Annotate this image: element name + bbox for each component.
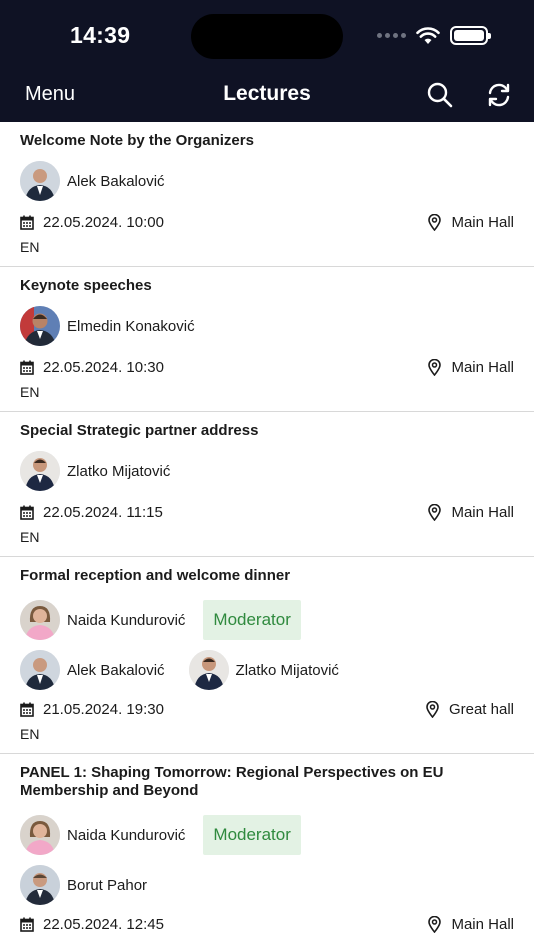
meta-row: 22.05.2024. 12:45 Main Hall [20, 913, 514, 935]
speaker[interactable]: Alek Bakalović [20, 161, 175, 201]
speaker-name: Elmedin Konaković [67, 317, 195, 335]
lecture-title: PANEL 1: Shaping Tomorrow: Regional Pers… [20, 764, 444, 799]
lecture-list: Welcome Note by the Organizers Alek Baka… [0, 122, 534, 944]
calendar-icon [20, 215, 34, 230]
speaker-name: Zlatko Mijatović [235, 661, 339, 679]
search-icon[interactable] [426, 81, 454, 109]
calendar-icon [20, 505, 34, 520]
speaker[interactable]: Alek Bakalović [20, 650, 175, 690]
lecture-card[interactable]: Welcome Note by the Organizers Alek Baka… [0, 122, 534, 267]
cellular-signal-icon [377, 33, 406, 38]
avatar [20, 650, 60, 690]
speaker-name: Alek Bakalović [67, 661, 165, 679]
meta-row: 22.05.2024. 11:15 Main Hall [20, 501, 514, 523]
calendar-icon [20, 917, 34, 932]
lecture-title: Welcome Note by the Organizers [20, 132, 254, 149]
meta-row: 22.05.2024. 10:30 Main Hall [20, 356, 514, 378]
lecture-language: EN [20, 384, 40, 400]
lecture-location: Main Hall [451, 213, 514, 231]
speaker[interactable]: Zlatko Mijatović [188, 650, 349, 690]
lecture-title: Special Strategic partner address [20, 422, 259, 439]
location-pin-icon [428, 213, 442, 231]
speaker[interactable]: Borut Pahor [20, 865, 157, 905]
meta-row: 22.05.2024. 10:00 Main Hall [20, 211, 514, 233]
speakers-row: Elmedin Konaković [20, 304, 514, 348]
avatar [20, 306, 60, 346]
dynamic-island [191, 14, 343, 59]
location-pin-icon [428, 915, 442, 933]
wifi-icon [416, 26, 440, 44]
calendar-icon [20, 360, 34, 375]
location-pin-icon [428, 358, 442, 376]
location-pin-icon [426, 700, 439, 718]
avatar [20, 161, 60, 201]
lecture-date: 21.05.2024. 19:30 [43, 700, 164, 718]
avatar [188, 650, 229, 690]
moderator-name: Naida Kundurović [67, 826, 186, 844]
moderator-badge: Moderator [203, 815, 301, 855]
moderator[interactable]: Naida Kundurović [20, 815, 195, 855]
lecture-date: 22.05.2024. 12:45 [43, 915, 164, 933]
moderator-row: Naida Kundurović Moderator [20, 813, 514, 857]
battery-icon [450, 26, 491, 45]
moderator[interactable]: Naida Kundurović [20, 600, 195, 640]
status-time: 14:39 [70, 22, 131, 48]
moderator-row: Naida Kundurović Moderator [20, 598, 514, 642]
speaker[interactable]: Elmedin Konaković [20, 306, 205, 346]
lecture-location: Main Hall [451, 358, 514, 376]
lecture-language: EN [20, 529, 40, 545]
moderator-name: Naida Kundurović [67, 611, 186, 629]
top-bar: 14:39 Menu Lectures [0, 0, 534, 122]
speaker-name: Alek Bakalović [67, 172, 165, 190]
moderator-badge: Moderator [203, 600, 301, 640]
location-pin-icon [428, 503, 442, 521]
lecture-location: Main Hall [451, 503, 514, 521]
lecture-title: Keynote speeches [20, 277, 152, 294]
avatar [20, 815, 60, 855]
speaker[interactable]: Zlatko Mijatović [20, 451, 180, 491]
speakers-row: Alek Bakalović [20, 159, 514, 203]
lecture-card[interactable]: Formal reception and welcome dinner Naid… [0, 557, 534, 754]
lecture-card[interactable]: Keynote speeches Elmedin Konaković 22.05… [0, 267, 534, 412]
menu-button[interactable]: Menu [25, 83, 75, 106]
avatar [20, 600, 60, 640]
lecture-date: 22.05.2024. 10:30 [43, 358, 164, 376]
lecture-date: 22.05.2024. 11:15 [43, 503, 163, 521]
refresh-icon[interactable] [485, 81, 513, 109]
lecture-card[interactable]: PANEL 1: Shaping Tomorrow: Regional Pers… [0, 754, 534, 944]
speaker-name: Borut Pahor [67, 876, 148, 894]
speakers-row: Borut Pahor [20, 863, 514, 907]
lecture-location: Main Hall [451, 915, 514, 933]
lecture-location: Great hall [448, 700, 514, 718]
speaker-name: Zlatko Mijatović [67, 462, 171, 480]
status-indicators [377, 26, 491, 45]
meta-row: 21.05.2024. 19:30 Great hall [20, 698, 514, 720]
calendar-icon [20, 702, 34, 717]
avatar [20, 865, 60, 905]
speakers-row: Zlatko Mijatović [20, 449, 514, 493]
lecture-title: Formal reception and welcome dinner [20, 567, 291, 584]
lecture-date: 22.05.2024. 10:00 [43, 213, 164, 231]
lecture-language: EN [20, 726, 40, 742]
avatar [20, 451, 60, 491]
speakers-row: Alek Bakalović Zlatko Mijatović [20, 648, 514, 692]
lecture-language: EN [20, 239, 40, 255]
lecture-card[interactable]: Special Strategic partner address Zlatko… [0, 412, 534, 557]
